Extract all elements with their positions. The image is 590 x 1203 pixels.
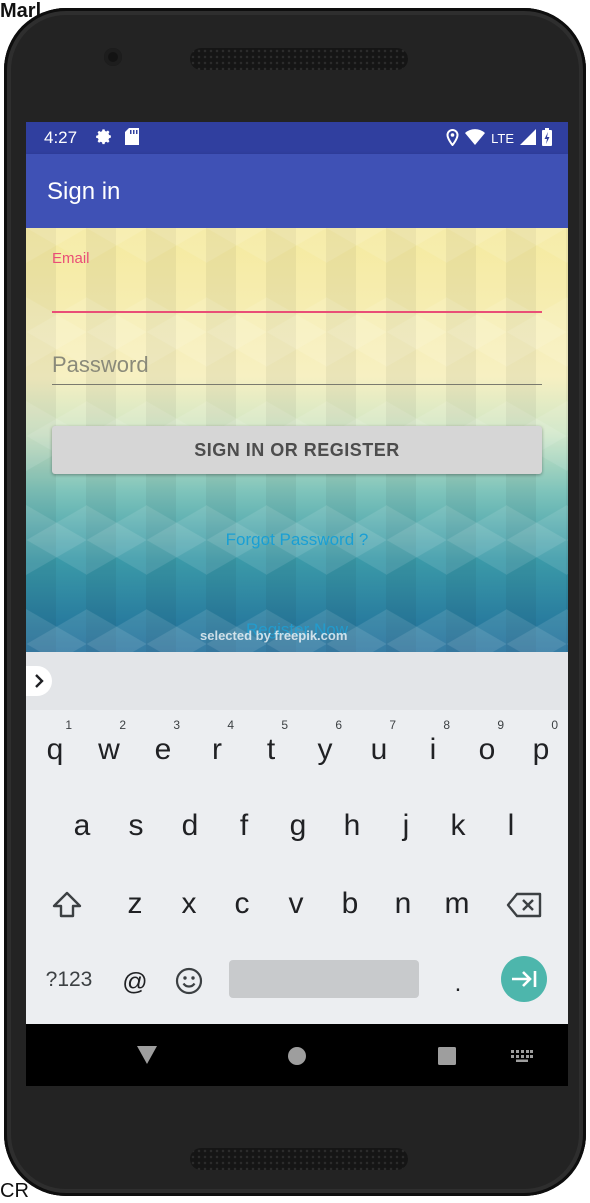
symbols-key[interactable]: ?123	[40, 950, 98, 1010]
key-c[interactable]: c	[215, 874, 269, 934]
signal-icon	[520, 129, 536, 148]
wifi-icon	[465, 129, 486, 148]
home-nav-icon[interactable]	[287, 1046, 307, 1071]
email-field[interactable]	[52, 274, 542, 310]
key-number: 3	[173, 718, 180, 732]
app-bar: Sign in	[26, 154, 568, 228]
key-number: 6	[335, 718, 342, 732]
sd-card-icon	[125, 128, 139, 150]
key-d[interactable]: d	[163, 796, 217, 856]
back-nav-icon[interactable]	[136, 1045, 158, 1070]
key-a[interactable]: a	[55, 796, 109, 856]
navigation-bar	[26, 1024, 568, 1086]
key-letter: q	[46, 733, 64, 766]
password-field[interactable]: Password	[52, 352, 149, 378]
key-number: 2	[119, 718, 126, 732]
status-time: 4:27	[44, 128, 78, 147]
key-t[interactable]: t5	[244, 718, 298, 780]
key-q[interactable]: q1	[28, 718, 82, 780]
key-number: 5	[281, 718, 288, 732]
keyboard-keys: q1 w2 e3 r4 t5 y6 u7 i8 o9 p0 a s d f g …	[26, 710, 568, 1024]
emoji-icon[interactable]	[162, 950, 216, 1010]
key-z[interactable]: z	[108, 874, 162, 934]
key-m[interactable]: m	[430, 874, 484, 934]
key-i[interactable]: i8	[406, 718, 460, 780]
sign-in-form: Email Password SIGN IN OR REGISTER Forgo…	[26, 228, 568, 652]
key-e[interactable]: e3	[136, 718, 190, 780]
key-number: 4	[227, 718, 234, 732]
keyboard-suggestion-bar	[26, 652, 568, 710]
sign-in-button[interactable]: SIGN IN OR REGISTER	[52, 426, 542, 474]
key-number: 9	[497, 718, 504, 732]
keyboard-switch-icon[interactable]	[511, 1049, 533, 1067]
key-p[interactable]: p0	[514, 718, 568, 780]
status-bar: 4:27 LTE	[26, 122, 568, 154]
front-camera	[104, 48, 122, 66]
soft-keyboard: q1 w2 e3 r4 t5 y6 u7 i8 o9 p0 a s d f g …	[26, 652, 568, 1024]
backspace-icon[interactable]	[497, 874, 551, 934]
shift-icon[interactable]	[40, 874, 94, 934]
key-h[interactable]: h	[325, 796, 379, 856]
key-f[interactable]: f	[217, 796, 271, 856]
email-underline	[52, 311, 542, 313]
key-letter: o	[478, 733, 496, 766]
key-letter: e	[154, 733, 172, 766]
location-icon	[446, 128, 459, 149]
key-v[interactable]: v	[269, 874, 323, 934]
key-s[interactable]: s	[109, 796, 163, 856]
key-letter: i	[429, 733, 437, 766]
key-number: 0	[551, 718, 558, 732]
email-label: Email	[52, 250, 90, 267]
key-g[interactable]: g	[271, 796, 325, 856]
key-number: 8	[443, 718, 450, 732]
page-title: Sign in	[47, 178, 121, 205]
key-w[interactable]: w2	[82, 718, 136, 780]
device-screen: 4:27 LTE Sign in Email Password SIGN IN …	[26, 122, 568, 1086]
image-credit: selected by freepik.com	[200, 628, 348, 643]
key-u[interactable]: u7	[352, 718, 406, 780]
key-letter: w	[98, 733, 120, 766]
key-letter: y	[317, 733, 333, 766]
key-letter: t	[266, 733, 276, 766]
key-j[interactable]: j	[379, 796, 433, 856]
recents-nav-icon[interactable]	[437, 1046, 457, 1071]
key-k[interactable]: k	[431, 796, 485, 856]
top-speaker	[190, 48, 408, 70]
key-letter: r	[212, 733, 222, 766]
bottom-speaker	[190, 1148, 408, 1170]
key-n[interactable]: n	[376, 874, 430, 934]
settings-icon	[96, 128, 113, 150]
period-key[interactable]: .	[431, 954, 485, 1014]
key-y[interactable]: y6	[298, 718, 352, 780]
key-number: 1	[65, 718, 72, 732]
chevron-right-icon[interactable]	[26, 666, 52, 696]
key-l[interactable]: l	[484, 796, 538, 856]
network-type: LTE	[491, 131, 514, 146]
background-window-text-bottom: CR	[0, 1180, 29, 1202]
battery-icon	[542, 128, 552, 149]
key-r[interactable]: r4	[190, 718, 244, 780]
password-underline	[52, 384, 542, 385]
enter-arrow-icon[interactable]	[501, 956, 547, 1002]
space-bar[interactable]	[229, 960, 419, 998]
key-letter: u	[370, 733, 388, 766]
at-key[interactable]: @	[108, 952, 162, 1012]
key-b[interactable]: b	[323, 874, 377, 934]
key-o[interactable]: o9	[460, 718, 514, 780]
forgot-password-link[interactable]: Forgot Password ?	[26, 530, 568, 550]
key-number: 7	[389, 718, 396, 732]
key-x[interactable]: x	[162, 874, 216, 934]
key-letter: p	[532, 733, 550, 766]
